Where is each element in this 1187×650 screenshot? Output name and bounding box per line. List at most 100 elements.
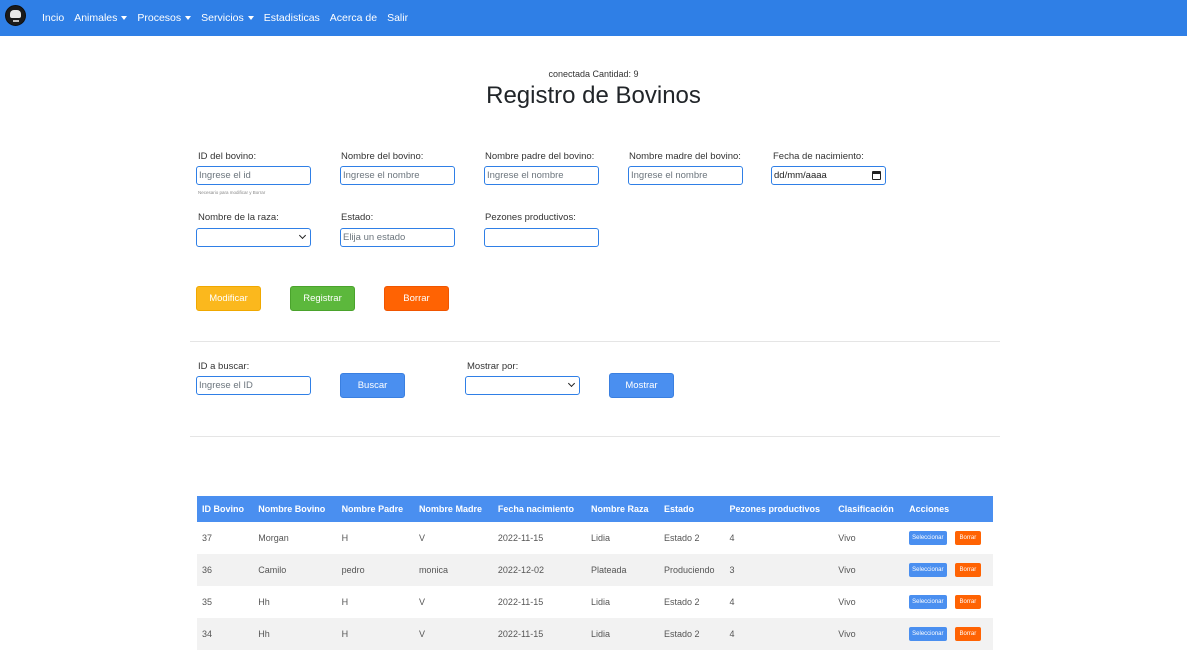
table-cell: 3 xyxy=(724,554,834,586)
nombre-label: Nombre del bovino: xyxy=(341,151,424,162)
id-label: ID del bovino: xyxy=(198,151,257,162)
id-field[interactable] xyxy=(196,166,311,185)
buscar-button[interactable]: Buscar xyxy=(340,373,405,398)
nav-item-label: Animales xyxy=(74,12,118,24)
brand-logo-icon[interactable] xyxy=(5,5,26,26)
table-cell: 4 xyxy=(724,586,834,618)
table-cell: 4 xyxy=(724,618,834,650)
nav-item-animales[interactable]: Animales xyxy=(74,12,128,24)
select-row-button[interactable]: Seleccionar xyxy=(909,595,947,609)
registrar-button[interactable]: Registrar xyxy=(290,286,355,311)
select-row-button[interactable]: Seleccionar xyxy=(909,627,947,641)
nav-item-label: Servicios xyxy=(201,12,244,24)
madre-input[interactable] xyxy=(631,170,742,181)
nav-menu: Incio Animales Procesos Servicios Estadistic… xyxy=(42,0,418,36)
calendar-icon[interactable] xyxy=(872,171,881,180)
nav-item-procesos[interactable]: Procesos xyxy=(137,12,192,24)
table-cell: Camilo xyxy=(253,554,337,586)
nav-item-label: Acerca de xyxy=(329,12,378,24)
table-cell: V xyxy=(413,522,493,554)
table-cell: H xyxy=(336,618,414,650)
estado-field[interactable] xyxy=(340,228,455,247)
buscar-id-input[interactable] xyxy=(199,380,310,391)
nav-item-salir[interactable]: Salir xyxy=(387,12,408,24)
pezones-input[interactable] xyxy=(487,232,598,243)
table-cell: 2022-11-15 xyxy=(492,522,586,554)
table-cell: Vivo xyxy=(833,586,905,618)
actions-cell: Seleccionar Borrar xyxy=(904,618,993,650)
nav-item-servicios[interactable]: Servicios xyxy=(201,12,254,24)
id-input[interactable] xyxy=(199,170,310,181)
table-row: 35 Hh H V 2022-11-15 Lidia Estado 2 4 Vivo Selecc… xyxy=(197,586,993,618)
caret-down-icon xyxy=(247,16,254,20)
bovinos-table: ID Bovino Nombre Bovino Nombre Padre Nombre… xyxy=(197,496,993,650)
column-header: Nombre Bovino xyxy=(253,496,337,522)
nav-item-label: Salir xyxy=(387,12,409,24)
mostrar-label: Mostrar por: xyxy=(467,361,519,372)
table-cell: Estado 2 xyxy=(659,586,725,618)
divider xyxy=(190,436,1000,437)
delete-row-button[interactable]: Borrar xyxy=(954,627,982,641)
select-row-button[interactable]: Seleccionar xyxy=(909,563,947,577)
table-body: 37 Morgan H V 2022-11-15 Lidia Estado 2 4 Vivo Se… xyxy=(197,522,993,650)
padre-label: Nombre padre del bovino: xyxy=(485,151,595,162)
table-cell: Vivo xyxy=(833,618,905,650)
delete-row-button[interactable]: Borrar xyxy=(954,595,982,609)
table-row: 37 Morgan H V 2022-11-15 Lidia Estado 2 4 Vivo Se… xyxy=(197,522,993,554)
column-header: Fecha nacimiento xyxy=(492,496,586,522)
table-cell: 2022-11-15 xyxy=(492,586,586,618)
fecha-field[interactable]: dd/mm/aaaa xyxy=(771,166,886,185)
nav-item-label: Estadisticas xyxy=(263,12,320,24)
column-header: Acciones xyxy=(904,496,993,522)
table-cell: V xyxy=(413,618,493,650)
column-header: Nombre Raza xyxy=(585,496,660,522)
delete-row-button[interactable]: Borrar xyxy=(954,531,982,545)
madre-field[interactable] xyxy=(628,166,743,185)
mostrar-select[interactable] xyxy=(465,376,580,395)
table-cell: Lidia xyxy=(585,618,660,650)
chevron-down-icon xyxy=(298,231,307,240)
column-header: Clasificación xyxy=(833,496,905,522)
mostrar-button[interactable]: Mostrar xyxy=(609,373,674,398)
nombre-field[interactable] xyxy=(340,166,455,185)
raza-select[interactable] xyxy=(196,228,311,247)
select-row-button[interactable]: Seleccionar xyxy=(909,531,947,545)
raza-label: Nombre de la raza: xyxy=(198,212,279,223)
actions-cell: Seleccionar Borrar xyxy=(904,586,993,618)
modificar-button[interactable]: Modificar xyxy=(196,286,261,311)
caret-down-icon xyxy=(121,16,128,20)
buscar-id-field[interactable] xyxy=(196,376,311,395)
padre-field[interactable] xyxy=(484,166,599,185)
nav-item-label: Incio xyxy=(42,12,65,24)
table-cell: 2022-11-15 xyxy=(492,618,586,650)
table-cell: monica xyxy=(413,554,493,586)
estado-input[interactable] xyxy=(343,232,454,243)
table-cell: H xyxy=(336,522,414,554)
nav-item-acerca-de[interactable]: Acerca de xyxy=(330,12,377,24)
id-hint: Necesario para modificar y Borrar xyxy=(198,190,266,195)
column-header: Pezones productivos xyxy=(724,496,834,522)
nav-item-label: Procesos xyxy=(137,12,182,24)
table-row: 36 Camilo pedro monica 2022-12-02 Plateada Pro… xyxy=(197,554,993,586)
column-header: Nombre Padre xyxy=(336,496,414,522)
borrar-button[interactable]: Borrar xyxy=(384,286,449,311)
nombre-input[interactable] xyxy=(343,170,454,181)
nav-item-incio[interactable]: Incio xyxy=(42,12,64,24)
table-cell: Produciendo xyxy=(659,554,725,586)
connection-status: conectada Cantidad: 9 xyxy=(548,69,639,79)
table-cell: Hh xyxy=(253,586,337,618)
delete-row-button[interactable]: Borrar xyxy=(954,563,982,577)
pezones-field[interactable] xyxy=(484,228,599,247)
buscar-id-label: ID a buscar: xyxy=(198,361,250,372)
table-cell: Morgan xyxy=(253,522,337,554)
padre-input[interactable] xyxy=(487,170,598,181)
chevron-down-icon xyxy=(567,379,576,388)
table-cell: 37 xyxy=(197,522,254,554)
table-cell: 35 xyxy=(197,586,254,618)
nav-item-estadisticas[interactable]: Estadisticas xyxy=(264,12,320,24)
table-row: 34 Hh H V 2022-11-15 Lidia Estado 2 4 Vivo Selecc… xyxy=(197,618,993,650)
table-cell: Estado 2 xyxy=(659,618,725,650)
table-cell: Estado 2 xyxy=(659,522,725,554)
table-cell: Vivo xyxy=(833,554,905,586)
table-cell: 4 xyxy=(724,522,834,554)
